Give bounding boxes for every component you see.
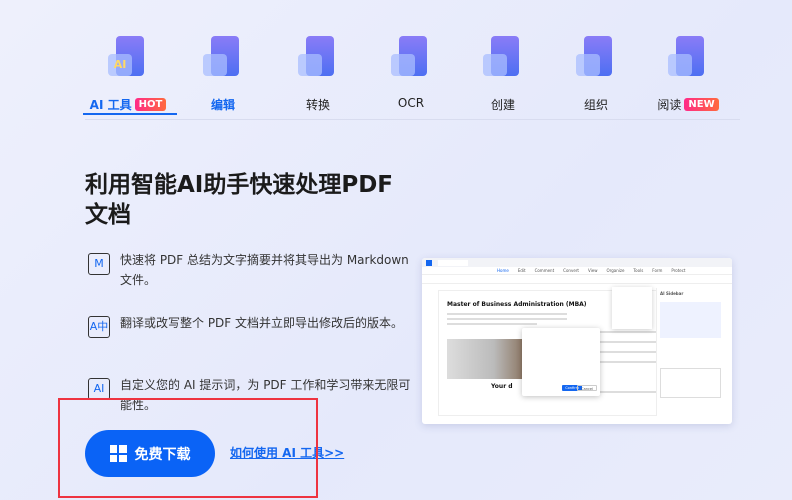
tab-text: 创建 [490,98,515,112]
ai-sidebar-title: AI Sidebar [660,291,684,296]
tab-label: 阅读 NEW [657,96,719,113]
feature-tabs: AI AI 工具 HOT 编辑 转换 OCR 创建 组织 阅读 NEW [83,32,740,120]
feature-text: 快速将 PDF 总结为文字摘要并将其导出为 Markdown 文件。 [120,253,409,287]
app-toolbar [422,275,732,284]
convert-icon [296,36,340,82]
ocr-icon [389,36,433,82]
tab-4[interactable]: 创建 [458,32,548,113]
create-icon [481,36,525,82]
tab-label: 编辑 [211,96,235,113]
tab-text: 转换 [305,98,330,112]
tab-label: 创建 [491,96,515,113]
app-menu-item[interactable]: Protect [671,268,685,273]
active-tab-underline [83,113,177,115]
doc-title: Master of Business Administration (MBA) [447,301,587,308]
app-menu: Home Edit Comment Convert View Organize Tools F… [422,267,732,275]
product-screenshot: Home Edit Comment Convert View Organize Tools F… [422,258,732,424]
ai-sidebar: AI Sidebar [656,288,724,416]
tab-label: OCR [398,96,424,110]
tab-label: AI 工具 HOT [90,96,167,113]
organize-icon [574,36,618,82]
app-menu-item[interactable]: Edit [518,268,526,273]
tab-3[interactable]: OCR [366,32,456,111]
markdown-icon: M [88,253,110,275]
tab-badge: NEW [684,98,719,111]
cancel-button[interactable]: Cancel [577,385,597,391]
app-menu-item[interactable]: Comment [535,268,555,273]
tab-5[interactable]: 组织 [551,32,641,113]
app-menu-item[interactable]: View [588,268,598,273]
doc-heading: Your d [491,383,513,390]
ai-prompt-icon: AI [88,378,110,400]
app-menu-item[interactable]: Home [497,268,509,273]
tab-text: 组织 [583,98,608,112]
doc-photo [447,339,525,379]
app-menu-item[interactable]: Convert [563,268,579,273]
feature-item: M 快速将 PDF 总结为文字摘要并将其导出为 Markdown 文件。 [88,250,418,290]
edit-icon [201,36,245,82]
tab-text: 编辑 [210,98,235,112]
tab-label: 转换 [306,96,330,113]
feature-text: 翻译或改写整个 PDF 文档并立即导出修改后的版本。 [120,316,404,330]
ai-tools-dropdown [612,287,652,329]
tab-6[interactable]: 阅读 NEW [643,32,733,113]
tab-text: OCR [397,96,425,110]
feature-item: A中 翻译或改写整个 PDF 文档并立即导出修改后的版本。 [88,313,418,338]
page-title: 利用智能AI助手快速处理PDF文档 [85,172,394,228]
tab-label: 组织 [584,96,608,113]
app-menu-item[interactable]: Tools [633,268,643,273]
tab-text: 阅读 [657,98,682,112]
read-icon [666,36,710,82]
dialog: Confirm Cancel [522,328,600,396]
tab-1[interactable]: 编辑 [178,32,268,113]
app-menu-item[interactable]: Form [652,268,662,273]
tab-text: AI 工具 [89,98,132,112]
app-menu-item[interactable]: Organize [607,268,625,273]
tab-0[interactable]: AI AI 工具 HOT [83,32,177,115]
tab-badge: HOT [134,98,167,111]
tab-2[interactable]: 转换 [273,32,363,113]
app-titlebar [422,258,732,267]
translate-icon: A中 [88,316,110,338]
ai-tools-icon: AI [106,36,150,82]
highlight-box [58,398,318,498]
